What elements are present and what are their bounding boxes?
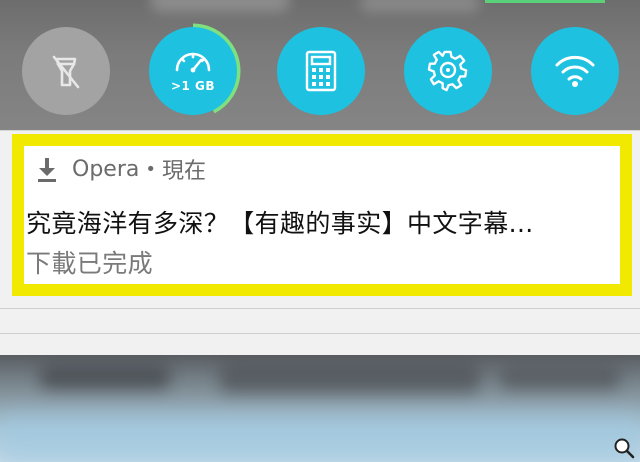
settings-tile[interactable] xyxy=(404,27,492,115)
calculator-icon xyxy=(305,50,337,92)
wifi-tile[interactable] xyxy=(531,27,619,115)
calculator-tile[interactable] xyxy=(277,27,365,115)
notification-title: 究竟海洋有多深？【有趣的事实】中文字幕... xyxy=(26,209,534,238)
flashlight-toggle[interactable] xyxy=(22,27,110,115)
zoom-button[interactable] xyxy=(612,436,636,460)
notification-time: 現在 xyxy=(161,159,206,184)
notification-header: Opera • 現在 xyxy=(32,154,206,184)
header-separator: • xyxy=(145,158,156,180)
notification-highlight: Opera • 現在 究竟海洋有多深？【有趣的事实】中文字幕... 下載已完成 xyxy=(12,134,632,296)
wallpaper-bottom xyxy=(0,355,640,462)
notification-text: 下載已完成 xyxy=(26,249,154,278)
notification-shade: >1 GB Opera • 現在 究竟海洋有多深？【有趣的事实】中文字幕... … xyxy=(0,0,640,462)
divider xyxy=(0,308,640,309)
flashlight-off-icon xyxy=(52,55,80,89)
wifi-icon xyxy=(555,55,595,87)
zoom-icon xyxy=(614,438,635,459)
download-notification[interactable]: Opera • 現在 究竟海洋有多深？【有趣的事实】中文字幕... 下載已完成 xyxy=(24,146,620,284)
settings-icon xyxy=(427,50,468,92)
notification-app-name: Opera xyxy=(72,156,140,182)
divider xyxy=(0,333,640,334)
data-usage-label: >1 GB xyxy=(170,79,216,93)
quick-settings-row: >1 GB xyxy=(0,0,640,130)
notification-panel: Opera • 現在 究竟海洋有多深？【有趣的事实】中文字幕... 下載已完成 xyxy=(0,130,640,355)
download-icon xyxy=(38,158,56,182)
data-usage-tile[interactable]: >1 GB xyxy=(149,27,237,115)
